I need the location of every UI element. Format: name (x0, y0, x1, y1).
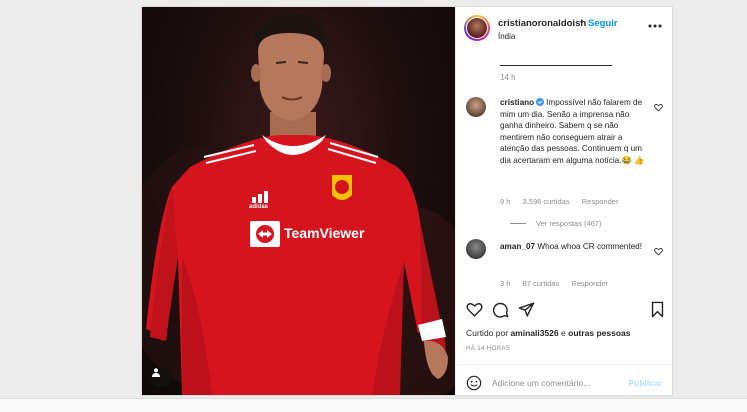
bookmark-icon[interactable] (649, 301, 666, 318)
liked-by-user[interactable]: aminali3526 (510, 328, 558, 338)
comment-likes[interactable]: 87 curtidas (523, 279, 560, 288)
user-tag-button[interactable] (151, 367, 171, 387)
comment-body: aman_07 Whoa whoa CR commented! (500, 241, 645, 253)
comment-body: cristiano Impossível não falarem de mim u… (500, 97, 645, 167)
post-location[interactable]: Índia (498, 32, 515, 41)
more-options-button[interactable] (648, 20, 662, 28)
comment-meta: 9 h 3.596 curtidas Responder (500, 197, 628, 206)
comment-likes[interactable]: 3.596 curtidas (523, 197, 570, 206)
share-icon[interactable] (518, 301, 535, 318)
heart-icon[interactable] (654, 103, 663, 112)
user-tag-icon (152, 368, 160, 377)
post-photo: TeamViewer adidas (142, 7, 455, 395)
comment-time: 9 h (500, 197, 511, 206)
photo-sponsor: TeamViewer (284, 225, 365, 241)
comment-meta: 3 h 87 curtidas Responder (500, 279, 618, 288)
reply-button[interactable]: Responder (571, 279, 608, 288)
reply-button[interactable]: Responder (582, 197, 619, 206)
more-options-icon (648, 24, 662, 28)
comment-avatar[interactable] (466, 97, 486, 117)
heart-icon[interactable] (466, 301, 483, 318)
comment-text: Whoa whoa CR commented! (537, 242, 643, 251)
author-avatar[interactable] (464, 15, 490, 41)
liked-by: Curtido por aminali3526 e outras pessoas (466, 328, 631, 338)
caption-redacted-line (500, 65, 612, 66)
post-timestamp[interactable]: HÁ 14 HORAS (466, 345, 510, 352)
follow-button[interactable]: Seguir (588, 18, 618, 29)
liked-by-others[interactable]: outras pessoas (568, 328, 630, 338)
caption-time: 14 h (500, 73, 516, 82)
comment-username[interactable]: aman_07 (500, 242, 535, 251)
add-comment-bar: Publicar (456, 364, 672, 395)
comment-username[interactable]: cristiano (500, 98, 534, 107)
post-header: cristianoronaldoish • Seguir Índia (456, 7, 672, 51)
comment-item: cristiano Impossível não falarem de mim u… (466, 97, 672, 237)
liked-by-prefix: Curtido por (466, 328, 509, 338)
heart-icon[interactable] (654, 247, 663, 256)
comment-icon[interactable] (492, 301, 509, 318)
post-card: TeamViewer adidas cristianoronaldoish • … (141, 6, 673, 396)
photo-kit-brand: adidas (249, 204, 269, 210)
post-actions (456, 297, 672, 323)
comment-time: 3 h (500, 279, 511, 288)
verified-icon (536, 98, 545, 106)
comment-item: aman_07 Whoa whoa CR commented! 3 h 87 c… (466, 239, 672, 291)
post-side-panel: cristianoronaldoish • Seguir Índia 14 h … (455, 7, 672, 395)
header-separator: • (580, 17, 584, 28)
liked-by-joiner: e (561, 328, 566, 338)
comment-avatar[interactable] (466, 239, 486, 259)
page-footer-strip (0, 398, 747, 412)
view-replies-label: Ver respostas (467) (536, 219, 602, 228)
view-replies-button[interactable]: Ver respostas (467) (510, 219, 601, 228)
author-username[interactable]: cristianoronaldoish (498, 18, 586, 29)
publish-button[interactable]: Publicar (628, 378, 662, 388)
emoji-icon[interactable] (466, 375, 482, 391)
comment-text: Impossível não falarem de mim um dia. Se… (500, 98, 645, 165)
comment-input[interactable] (492, 374, 627, 391)
